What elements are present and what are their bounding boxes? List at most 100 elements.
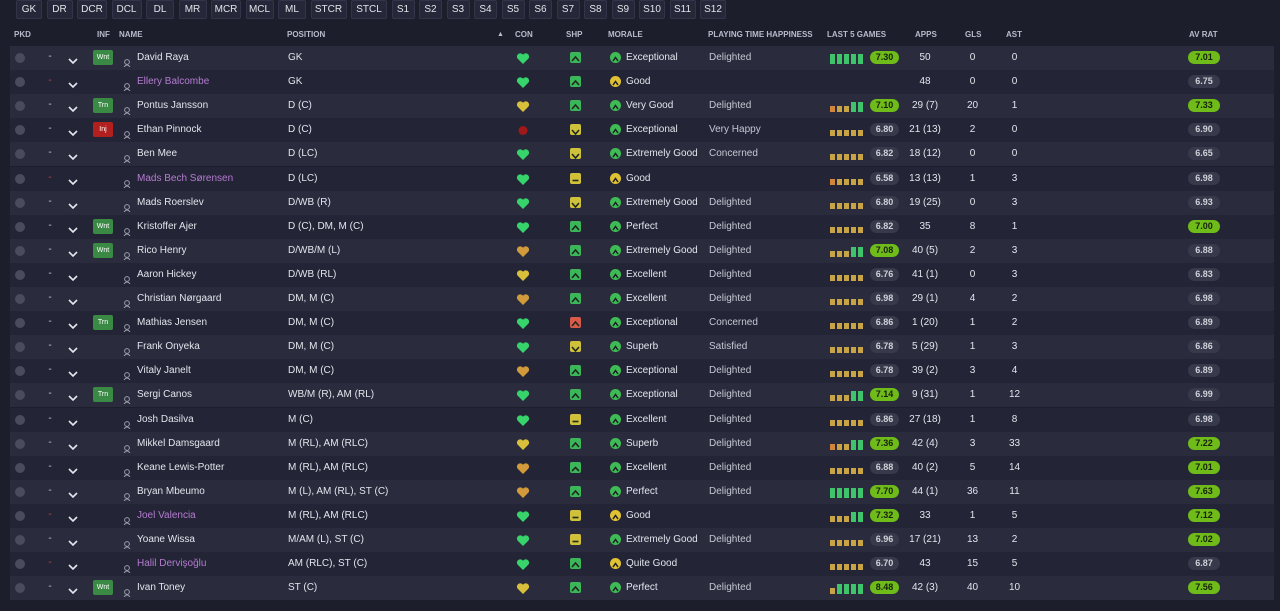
player-name[interactable]: Mathias Jensen — [137, 311, 207, 335]
chevron-down-icon[interactable] — [67, 535, 79, 547]
col-header-shp[interactable]: SHP — [566, 29, 582, 43]
col-header-playing-time[interactable]: PLAYING TIME HAPPINESS — [708, 29, 813, 43]
player-row[interactable]: - Yoane Wissa M/AM (L), ST (C) Extremely Go… — [10, 528, 1274, 552]
tab-mcr[interactable]: MCR — [211, 0, 241, 19]
player-name[interactable]: Yoane Wissa — [137, 528, 195, 552]
pkd-checkbox[interactable] — [15, 125, 25, 136]
col-header-pkd[interactable]: PKD — [14, 29, 31, 43]
player-row[interactable]: - Mads Bech Sørensen D (LC) Good 6.58 13 (13)… — [10, 166, 1274, 191]
chevron-down-icon[interactable] — [67, 125, 79, 137]
chevron-down-icon[interactable] — [67, 222, 79, 233]
chevron-down-icon[interactable] — [67, 294, 79, 306]
tab-s8[interactable]: S8 — [584, 0, 607, 19]
pkd-checkbox[interactable] — [15, 173, 25, 184]
pkd-checkbox[interactable] — [15, 221, 25, 232]
tab-dcl[interactable]: DCL — [111, 0, 142, 19]
player-name[interactable]: Christian Nørgaard — [137, 287, 221, 311]
pkd-checkbox[interactable] — [15, 390, 25, 401]
col-header-last5[interactable]: LAST 5 GAMES — [827, 29, 886, 43]
pkd-checkbox[interactable] — [15, 510, 25, 521]
tab-s6[interactable]: S6 — [529, 0, 552, 19]
col-header-name[interactable]: NAME — [119, 29, 143, 43]
player-name[interactable]: Mads Bech Sørensen — [137, 167, 233, 191]
player-name[interactable]: Mads Roerslev — [137, 191, 204, 215]
pkd-checkbox[interactable] — [15, 294, 25, 304]
player-row[interactable]: - Josh Dasilva M (C) Excellent Delighted 6.86… — [10, 407, 1274, 432]
chevron-down-icon[interactable] — [67, 559, 79, 571]
player-name[interactable]: Keane Lewis-Potter — [137, 456, 224, 480]
player-row[interactable]: - Joel Valencia M (RL), AM (RLC) Good 7.32 33… — [10, 503, 1274, 528]
tab-dcr[interactable]: DCR — [77, 0, 107, 19]
chevron-down-icon[interactable] — [67, 583, 79, 595]
pkd-checkbox[interactable] — [15, 101, 25, 112]
status-badge[interactable]: Trn — [93, 387, 113, 403]
pkd-checkbox[interactable] — [15, 245, 25, 256]
player-name[interactable]: Ivan Toney — [137, 576, 185, 600]
player-row[interactable]: - Mads Roerslev D/WB (R) Extremely Good Deli… — [10, 190, 1274, 215]
chevron-down-icon[interactable] — [67, 53, 79, 65]
player-name[interactable]: Mikkel Damsgaard — [137, 432, 220, 456]
player-name[interactable]: Aaron Hickey — [137, 263, 196, 287]
pkd-checkbox[interactable] — [15, 269, 25, 280]
tab-s7[interactable]: S7 — [556, 0, 580, 19]
player-name[interactable]: Ben Mee — [137, 142, 177, 166]
pkd-checkbox[interactable] — [15, 535, 25, 545]
tab-mcl[interactable]: MCL — [245, 0, 274, 19]
pkd-checkbox[interactable] — [15, 149, 25, 160]
player-name[interactable]: Kristoffer Ajer — [137, 215, 197, 239]
player-name[interactable]: Joel Valencia — [137, 504, 196, 528]
player-row[interactable]: - Frank Onyeka DM, M (C) Superb Satisfied 6.7… — [10, 335, 1274, 360]
player-name[interactable]: Sergi Canos — [137, 383, 192, 407]
player-row[interactable]: - Wnt Rico Henry D/WB/M (L) Extremely Good De… — [10, 238, 1274, 263]
pkd-checkbox[interactable] — [15, 342, 25, 353]
status-badge[interactable]: Wnt — [93, 580, 113, 596]
col-header-ast[interactable]: AST — [1006, 29, 1022, 43]
tab-dl[interactable]: DL — [146, 0, 174, 19]
pkd-checkbox[interactable] — [15, 197, 25, 208]
tab-s1[interactable]: S1 — [391, 0, 415, 19]
chevron-down-icon[interactable] — [67, 415, 79, 426]
player-row[interactable]: - Ellery Balcombe GK Good 48 0 0 6.75 — [10, 70, 1274, 95]
player-row[interactable]: - Trn Pontus Jansson D (C) Very Good Delighte… — [10, 94, 1274, 119]
player-row[interactable]: - Ben Mee D (LC) Extremely Good Concerned 6.8… — [10, 142, 1274, 167]
pkd-checkbox[interactable] — [15, 77, 25, 88]
status-badge[interactable]: Wnt — [93, 50, 113, 65]
player-name[interactable]: Ellery Balcombe — [137, 70, 209, 94]
pkd-checkbox[interactable] — [15, 583, 25, 594]
chevron-down-icon[interactable] — [67, 198, 79, 209]
player-row[interactable]: - Vitaly Janelt DM, M (C) Exceptional Deligh… — [10, 359, 1274, 384]
chevron-down-icon[interactable] — [67, 511, 79, 523]
player-name[interactable]: Bryan Mbeumo — [137, 480, 205, 504]
status-badge[interactable]: Inj — [93, 122, 113, 138]
col-header-position[interactable]: POSITION — [287, 29, 325, 43]
player-name[interactable]: Frank Onyeka — [137, 335, 200, 359]
col-header-avrat[interactable]: AV RAT — [1189, 29, 1218, 43]
player-row[interactable]: - Aaron Hickey D/WB (RL) Excellent Delighted… — [10, 262, 1274, 287]
tab-s2[interactable]: S2 — [419, 0, 442, 19]
pkd-checkbox[interactable] — [15, 559, 25, 570]
player-name[interactable]: Ethan Pinnock — [137, 118, 202, 142]
pkd-checkbox[interactable] — [15, 318, 25, 329]
tab-s10[interactable]: S10 — [639, 0, 665, 19]
tab-stcl[interactable]: STCL — [351, 0, 387, 19]
chevron-down-icon[interactable] — [67, 366, 79, 378]
tab-s3[interactable]: S3 — [446, 0, 470, 19]
tab-s4[interactable]: S4 — [474, 0, 497, 19]
player-row[interactable]: - Halil Dervişoğlu AM (RLC), ST (C) Quite G… — [10, 552, 1274, 577]
tab-s11[interactable]: S11 — [669, 0, 696, 19]
pkd-checkbox[interactable] — [15, 462, 25, 473]
player-row[interactable]: - Trn Sergi Canos WB/M (R), AM (RL) Exceptio… — [10, 383, 1274, 408]
player-row[interactable]: - Inj Ethan Pinnock D (C) Exceptional Very Ha… — [10, 118, 1274, 143]
tab-s12[interactable]: S12 — [700, 0, 726, 19]
chevron-down-icon[interactable] — [67, 101, 79, 113]
pkd-checkbox[interactable] — [15, 438, 25, 449]
player-name[interactable]: Rico Henry — [137, 239, 186, 263]
chevron-down-icon[interactable] — [67, 342, 79, 354]
pkd-checkbox[interactable] — [15, 486, 25, 497]
player-name[interactable]: Halil Dervişoğlu — [137, 552, 206, 576]
chevron-down-icon[interactable] — [67, 77, 79, 89]
status-badge[interactable]: Trn — [93, 315, 113, 331]
player-row[interactable]: - Wnt David Raya GK Exceptional Delighted 7.30… — [10, 46, 1274, 70]
chevron-down-icon[interactable] — [67, 318, 79, 330]
player-row[interactable]: - Mikkel Damsgaard M (RL), AM (RLC) Superb D… — [10, 431, 1274, 456]
